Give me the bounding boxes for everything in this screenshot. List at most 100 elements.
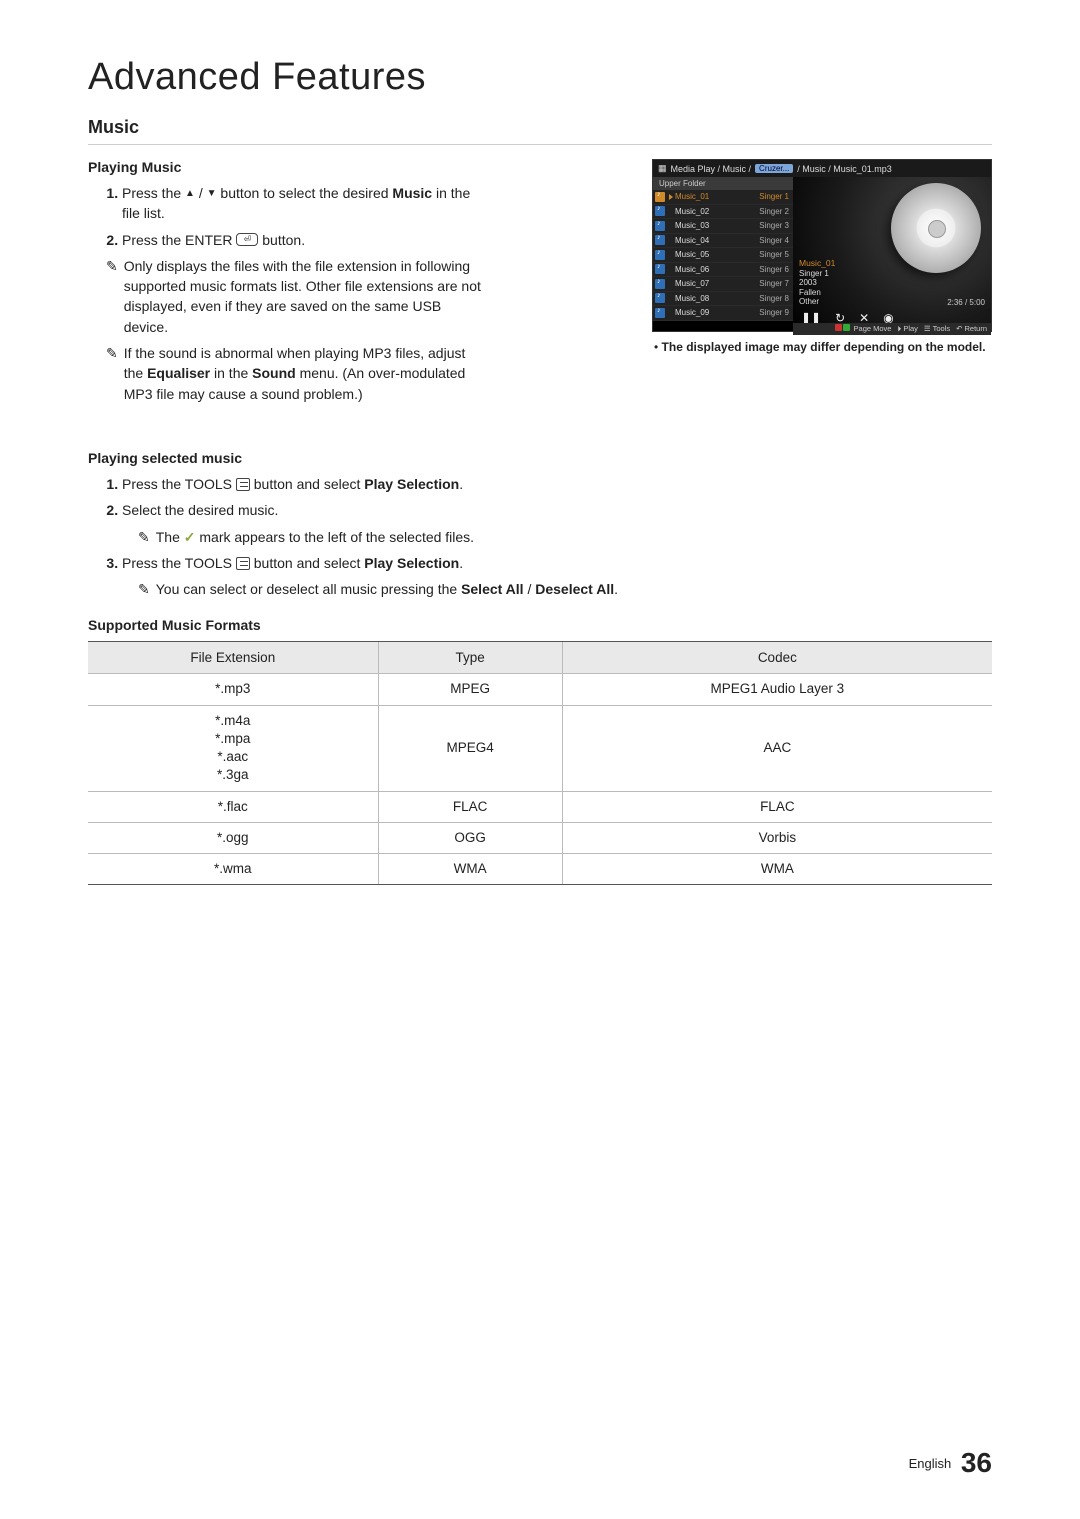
cell-ext: *.flac bbox=[88, 791, 378, 822]
list-item: Music_06Singer 6 bbox=[653, 263, 793, 278]
cell-ext: *.m4a *.mpa *.aac *.3ga bbox=[88, 705, 378, 791]
note-icon: ✎ bbox=[138, 579, 150, 599]
file-name: Music_05 bbox=[675, 250, 759, 259]
text: . bbox=[614, 581, 618, 597]
text: button. bbox=[258, 232, 305, 248]
text-bold: Deselect All bbox=[535, 581, 614, 597]
table-header: Type bbox=[378, 642, 562, 674]
cell-codec: MPEG1 Audio Layer 3 bbox=[562, 674, 992, 705]
track-title: Music_01 bbox=[799, 258, 835, 268]
text: Other bbox=[799, 297, 835, 307]
artist-name: Singer 8 bbox=[759, 294, 793, 303]
step: Press the TOOLS button and select Play S… bbox=[122, 474, 992, 494]
text: button and select bbox=[250, 555, 364, 571]
text-bold: Sound bbox=[252, 365, 296, 381]
step: Select the desired music. ✎The ✓ mark ap… bbox=[122, 500, 992, 547]
music-file-icon bbox=[655, 293, 665, 303]
page-footer: English 36 bbox=[909, 1447, 992, 1479]
cell-codec: Vorbis bbox=[562, 822, 992, 853]
track-meta: Music_01 Singer 1 2003 Fallen Other bbox=[799, 258, 835, 307]
playing-music-heading: Playing Music bbox=[88, 159, 488, 175]
list-item: Music_03Singer 3 bbox=[653, 219, 793, 234]
file-name: Music_03 bbox=[675, 221, 759, 230]
note-icon: ✎ bbox=[106, 343, 118, 404]
file-name: Music_04 bbox=[675, 236, 759, 245]
text: Singer 1 bbox=[799, 269, 835, 279]
note-icon: ✎ bbox=[138, 527, 150, 547]
cell-codec: AAC bbox=[562, 705, 992, 791]
table-row: *.m4a *.mpa *.aac *.3gaMPEG4AAC bbox=[88, 705, 992, 791]
text: mark appears to the left of the selected… bbox=[195, 529, 474, 545]
file-list: Upper Folder Music_01Singer 1Music_02Sin… bbox=[653, 177, 793, 335]
text: . bbox=[459, 555, 463, 571]
text: You can select or deselect all music pre… bbox=[156, 579, 618, 599]
tools-icon bbox=[236, 557, 250, 570]
player-screenshot: ▦ Media Play / Music / Cruzer... / Music… bbox=[652, 159, 992, 354]
cell-type: MPEG4 bbox=[378, 705, 562, 791]
text: Press the bbox=[122, 232, 185, 248]
file-name: Music_01 bbox=[675, 192, 759, 201]
table-row: *.oggOGGVorbis bbox=[88, 822, 992, 853]
artist-name: Singer 3 bbox=[759, 221, 793, 230]
text: Page Move bbox=[854, 324, 892, 333]
formats-table: File ExtensionTypeCodec *.mp3MPEGMPEG1 A… bbox=[88, 641, 992, 885]
return-icon: ↶ Return bbox=[956, 324, 987, 334]
footer-language: English bbox=[909, 1456, 952, 1471]
list-item: Music_08Singer 8 bbox=[653, 292, 793, 307]
file-name: Music_02 bbox=[675, 207, 759, 216]
upper-folder: Upper Folder bbox=[653, 177, 793, 190]
play-icon: ⏵ Play bbox=[897, 324, 917, 334]
music-file-icon bbox=[655, 192, 665, 202]
green-dot-icon bbox=[843, 324, 850, 331]
list-item: Music_04Singer 4 bbox=[653, 234, 793, 249]
text: / bbox=[524, 581, 536, 597]
down-arrow-icon: ▼ bbox=[207, 187, 217, 202]
step: Press the TOOLS button and select Play S… bbox=[122, 553, 992, 600]
now-playing-pane: Music_01 Singer 1 2003 Fallen Other 2:36… bbox=[793, 177, 991, 335]
file-name: Music_08 bbox=[675, 294, 759, 303]
text: ENTER bbox=[185, 232, 232, 248]
file-name: Music_09 bbox=[675, 308, 759, 317]
red-dot-icon bbox=[835, 324, 842, 331]
media-icon: ▦ bbox=[658, 163, 667, 174]
text-bold: Play Selection bbox=[364, 476, 459, 492]
table-row: *.flacFLACFLAC bbox=[88, 791, 992, 822]
music-file-icon bbox=[655, 250, 665, 260]
file-name: Music_06 bbox=[675, 265, 759, 274]
play-indicator-icon bbox=[669, 194, 673, 200]
text-bold: Equaliser bbox=[147, 365, 210, 381]
disc-icon bbox=[891, 183, 981, 273]
check-icon: ✓ bbox=[184, 529, 196, 545]
cell-type: MPEG bbox=[378, 674, 562, 705]
track-time: 2:36 / 5:00 bbox=[947, 298, 985, 307]
artist-name: Singer 2 bbox=[759, 207, 793, 216]
tools-icon bbox=[236, 478, 250, 491]
text: The ✓ mark appears to the left of the se… bbox=[156, 527, 474, 547]
screenshot-caption: • The displayed image may differ dependi… bbox=[652, 340, 992, 354]
tools-icon: ☰ Tools bbox=[924, 324, 950, 334]
text-bold: Select All bbox=[461, 581, 524, 597]
text: Media Play / Music / bbox=[671, 164, 752, 174]
cell-ext: *.mp3 bbox=[88, 674, 378, 705]
cell-codec: FLAC bbox=[562, 791, 992, 822]
list-item: Music_07Singer 7 bbox=[653, 277, 793, 292]
cell-ext: *.ogg bbox=[88, 822, 378, 853]
playing-selected-heading: Playing selected music bbox=[88, 450, 992, 466]
list-item: Music_09Singer 9 bbox=[653, 306, 793, 321]
artist-name: Singer 4 bbox=[759, 236, 793, 245]
text: button and select bbox=[250, 476, 364, 492]
text: TOOLS bbox=[185, 476, 232, 492]
list-item: Music_05Singer 5 bbox=[653, 248, 793, 263]
artist-name: Singer 7 bbox=[759, 279, 793, 288]
text-bold: Music bbox=[392, 185, 432, 201]
music-file-icon bbox=[655, 206, 665, 216]
enter-icon: ⏎ bbox=[236, 233, 258, 246]
text: Tools bbox=[933, 324, 951, 333]
usb-badge: Cruzer... bbox=[755, 164, 793, 173]
artist-name: Singer 9 bbox=[759, 308, 793, 317]
note-1: ✎Only displays the files with the file e… bbox=[106, 256, 488, 337]
text: in the bbox=[210, 365, 252, 381]
playing-selected-steps: Press the TOOLS button and select Play S… bbox=[88, 474, 992, 599]
table-header: Codec bbox=[562, 642, 992, 674]
cell-type: OGG bbox=[378, 822, 562, 853]
